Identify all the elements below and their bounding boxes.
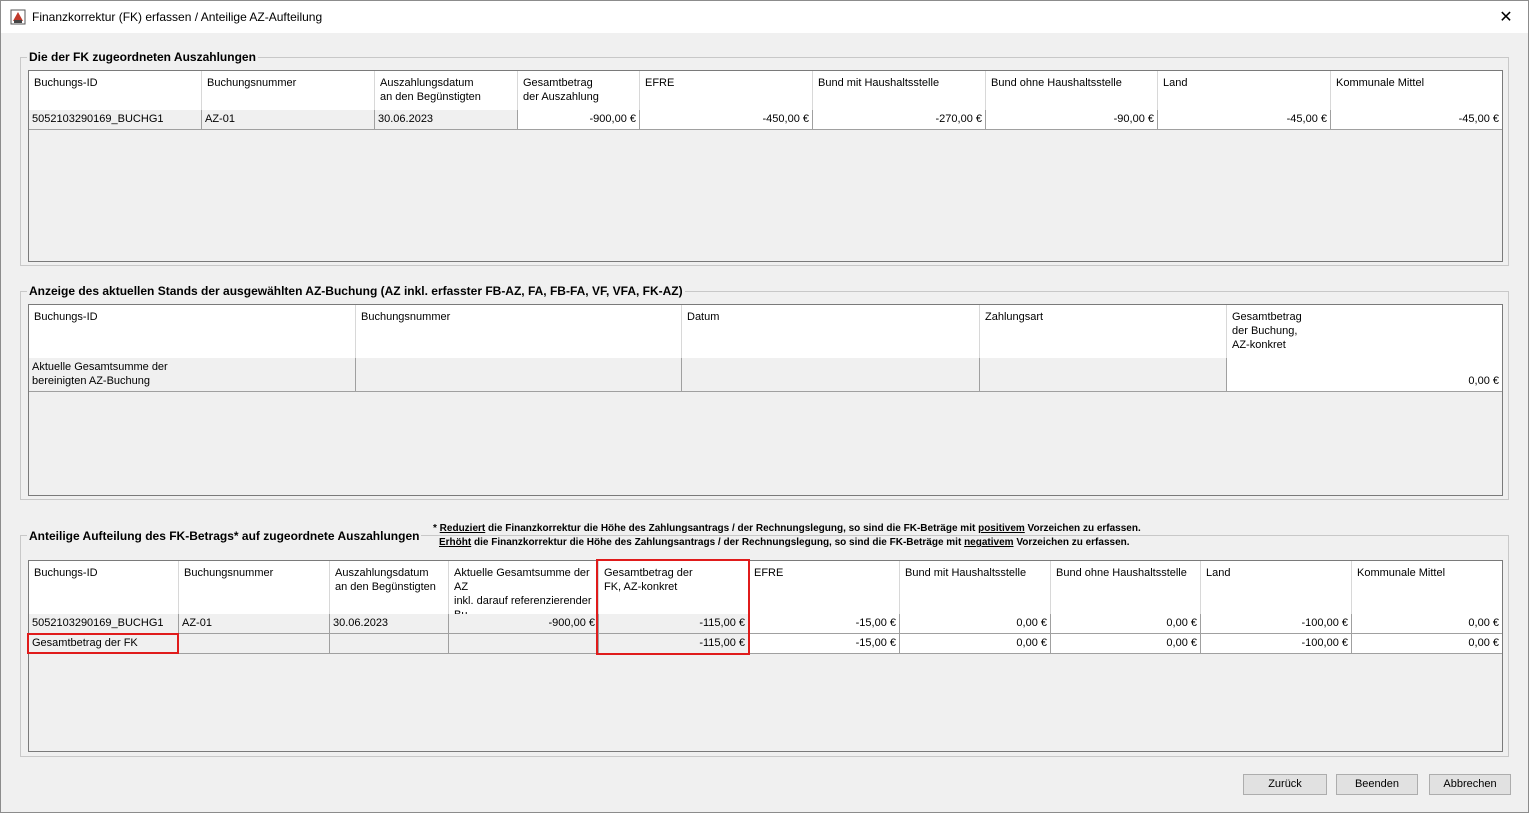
table-cell[interactable] bbox=[356, 358, 682, 392]
column-header[interactable]: EFRE bbox=[749, 561, 900, 614]
table-cell[interactable]: -100,00 € bbox=[1201, 634, 1352, 654]
table-header: Buchungs-ID Buchungsnummer Auszahlungsdatu… bbox=[29, 71, 1502, 110]
table-cell[interactable] bbox=[330, 634, 449, 654]
table-row[interactable]: 5052103290169_BUCHG1 AZ-01 30.06.2023 -900,… bbox=[29, 110, 1502, 130]
current-status-table[interactable]: Buchungs-ID Buchungsnummer Datum Zahlungsar… bbox=[28, 304, 1503, 496]
close-icon[interactable]: ✕ bbox=[1484, 1, 1528, 33]
table-cell[interactable]: 0,00 € bbox=[1051, 614, 1201, 634]
column-header[interactable]: Buchungs-ID bbox=[29, 305, 356, 358]
table-cell[interactable]: -45,00 € bbox=[1331, 110, 1502, 130]
table-cell[interactable]: AZ-01 bbox=[202, 110, 375, 130]
fk-distribution-table[interactable]: Buchungs-ID Buchungsnummer Auszahlungsdatu… bbox=[28, 560, 1503, 752]
column-header[interactable]: Bund mit Haushaltsstelle bbox=[900, 561, 1051, 614]
column-header[interactable]: Buchungs-ID bbox=[29, 561, 179, 614]
table-cell[interactable]: 0,00 € bbox=[900, 634, 1051, 654]
section-legend: Anteilige Aufteilung des FK-Betrags* auf… bbox=[27, 529, 422, 543]
table-row[interactable]: 5052103290169_BUCHG1 AZ-01 30.06.2023 -900,… bbox=[29, 614, 1502, 634]
table-cell[interactable]: -900,00 € bbox=[518, 110, 640, 130]
column-header[interactable]: EFRE bbox=[640, 71, 813, 110]
column-header[interactable]: Buchungsnummer bbox=[202, 71, 375, 110]
column-header[interactable]: Gesamtbetrag der Auszahlung bbox=[518, 71, 640, 110]
column-header[interactable]: Bund ohne Haushaltsstelle bbox=[986, 71, 1158, 110]
table-cell[interactable]: AZ-01 bbox=[179, 614, 330, 634]
table-cell[interactable]: -450,00 € bbox=[640, 110, 813, 130]
table-cell[interactable]: -15,00 € bbox=[749, 614, 900, 634]
column-header[interactable]: Zahlungsart bbox=[980, 305, 1227, 358]
column-header[interactable]: Kommunale Mittel bbox=[1331, 71, 1502, 110]
table-cell[interactable]: 5052103290169_BUCHG1 bbox=[29, 614, 179, 634]
column-header[interactable]: Auszahlungsdatum an den Begünstigten bbox=[330, 561, 449, 614]
dialog-window: Finanzkorrektur (FK) erfassen / Anteilig… bbox=[0, 0, 1529, 813]
table-cell[interactable]: 30.06.2023 bbox=[330, 614, 449, 634]
section-legend: Anzeige des aktuellen Stands der ausgewä… bbox=[27, 284, 685, 298]
column-header[interactable]: Bund mit Haushaltsstelle bbox=[813, 71, 986, 110]
column-header[interactable]: Datum bbox=[682, 305, 980, 358]
table-cell[interactable]: Aktuelle Gesamtsumme der bereinigten AZ-… bbox=[29, 358, 356, 392]
table-row[interactable]: Aktuelle Gesamtsumme der bereinigten AZ-… bbox=[29, 358, 1502, 392]
table-header: Buchungs-ID Buchungsnummer Auszahlungsdatu… bbox=[29, 561, 1502, 614]
table-cell[interactable]: -45,00 € bbox=[1158, 110, 1331, 130]
sign-note-line2: Erhöht die Finanzkorrektur die Höhe des … bbox=[437, 537, 1132, 548]
table-cell[interactable]: -900,00 € bbox=[449, 614, 599, 634]
table-cell[interactable]: -100,00 € bbox=[1201, 614, 1352, 634]
table-cell[interactable]: -270,00 € bbox=[813, 110, 986, 130]
column-header[interactable]: Aktuelle Gesamtsumme der AZ inkl. darauf… bbox=[449, 561, 599, 614]
cancel-button[interactable]: Abbrechen bbox=[1429, 774, 1511, 795]
table-cell[interactable] bbox=[449, 634, 599, 654]
table-row[interactable]: Gesamtbetrag der FK -115,00 € -15,00 €0,00… bbox=[29, 634, 1502, 654]
app-icon bbox=[10, 9, 26, 25]
table-cell[interactable]: 0,00 € bbox=[1352, 614, 1502, 634]
column-header[interactable]: Land bbox=[1158, 71, 1331, 110]
sign-note-line1: * Reduziert die Finanzkorrektur die Höhe… bbox=[431, 523, 1143, 534]
table-cell[interactable]: 0,00 € bbox=[1051, 634, 1201, 654]
finish-button[interactable]: Beenden bbox=[1336, 774, 1418, 795]
table-cell[interactable]: -15,00 € bbox=[749, 634, 900, 654]
table-header: Buchungs-ID Buchungsnummer Datum Zahlungsar… bbox=[29, 305, 1502, 358]
table-cell[interactable]: 0,00 € bbox=[1352, 634, 1502, 654]
column-header[interactable]: Bund ohne Haushaltsstelle bbox=[1051, 561, 1201, 614]
column-header[interactable]: Gesamtbetrag der Buchung, AZ-konkret bbox=[1227, 305, 1502, 358]
table-cell[interactable]: -115,00 € bbox=[599, 634, 749, 654]
column-header[interactable]: Land bbox=[1201, 561, 1352, 614]
column-header[interactable]: Buchungsnummer bbox=[356, 305, 682, 358]
table-cell[interactable]: 30.06.2023 bbox=[375, 110, 518, 130]
column-header[interactable]: Buchungs-ID bbox=[29, 71, 202, 110]
table-cell[interactable]: 0,00 € bbox=[900, 614, 1051, 634]
table-cell[interactable]: -115,00 € bbox=[599, 614, 749, 634]
table-cell[interactable]: 0,00 € bbox=[1227, 358, 1502, 392]
table-cell[interactable]: -90,00 € bbox=[986, 110, 1158, 130]
column-header[interactable]: Auszahlungsdatum an den Begünstigten bbox=[375, 71, 518, 110]
table-cell[interactable]: Gesamtbetrag der FK bbox=[29, 634, 179, 654]
column-header[interactable]: Gesamtbetrag der FK, AZ-konkret bbox=[599, 561, 749, 614]
column-header[interactable]: Buchungsnummer bbox=[179, 561, 330, 614]
window-title: Finanzkorrektur (FK) erfassen / Anteilig… bbox=[32, 10, 323, 24]
table-cell[interactable] bbox=[980, 358, 1227, 392]
assigned-payouts-table[interactable]: Buchungs-ID Buchungsnummer Auszahlungsdatu… bbox=[28, 70, 1503, 262]
column-header[interactable]: Kommunale Mittel bbox=[1352, 561, 1502, 614]
section-legend: Die der FK zugeordneten Auszahlungen bbox=[27, 50, 258, 64]
back-button[interactable]: Zurück bbox=[1243, 774, 1327, 795]
table-cell[interactable] bbox=[179, 634, 330, 654]
table-cell[interactable]: 5052103290169_BUCHG1 bbox=[29, 110, 202, 130]
table-cell[interactable] bbox=[682, 358, 980, 392]
title-bar: Finanzkorrektur (FK) erfassen / Anteilig… bbox=[1, 1, 1528, 33]
